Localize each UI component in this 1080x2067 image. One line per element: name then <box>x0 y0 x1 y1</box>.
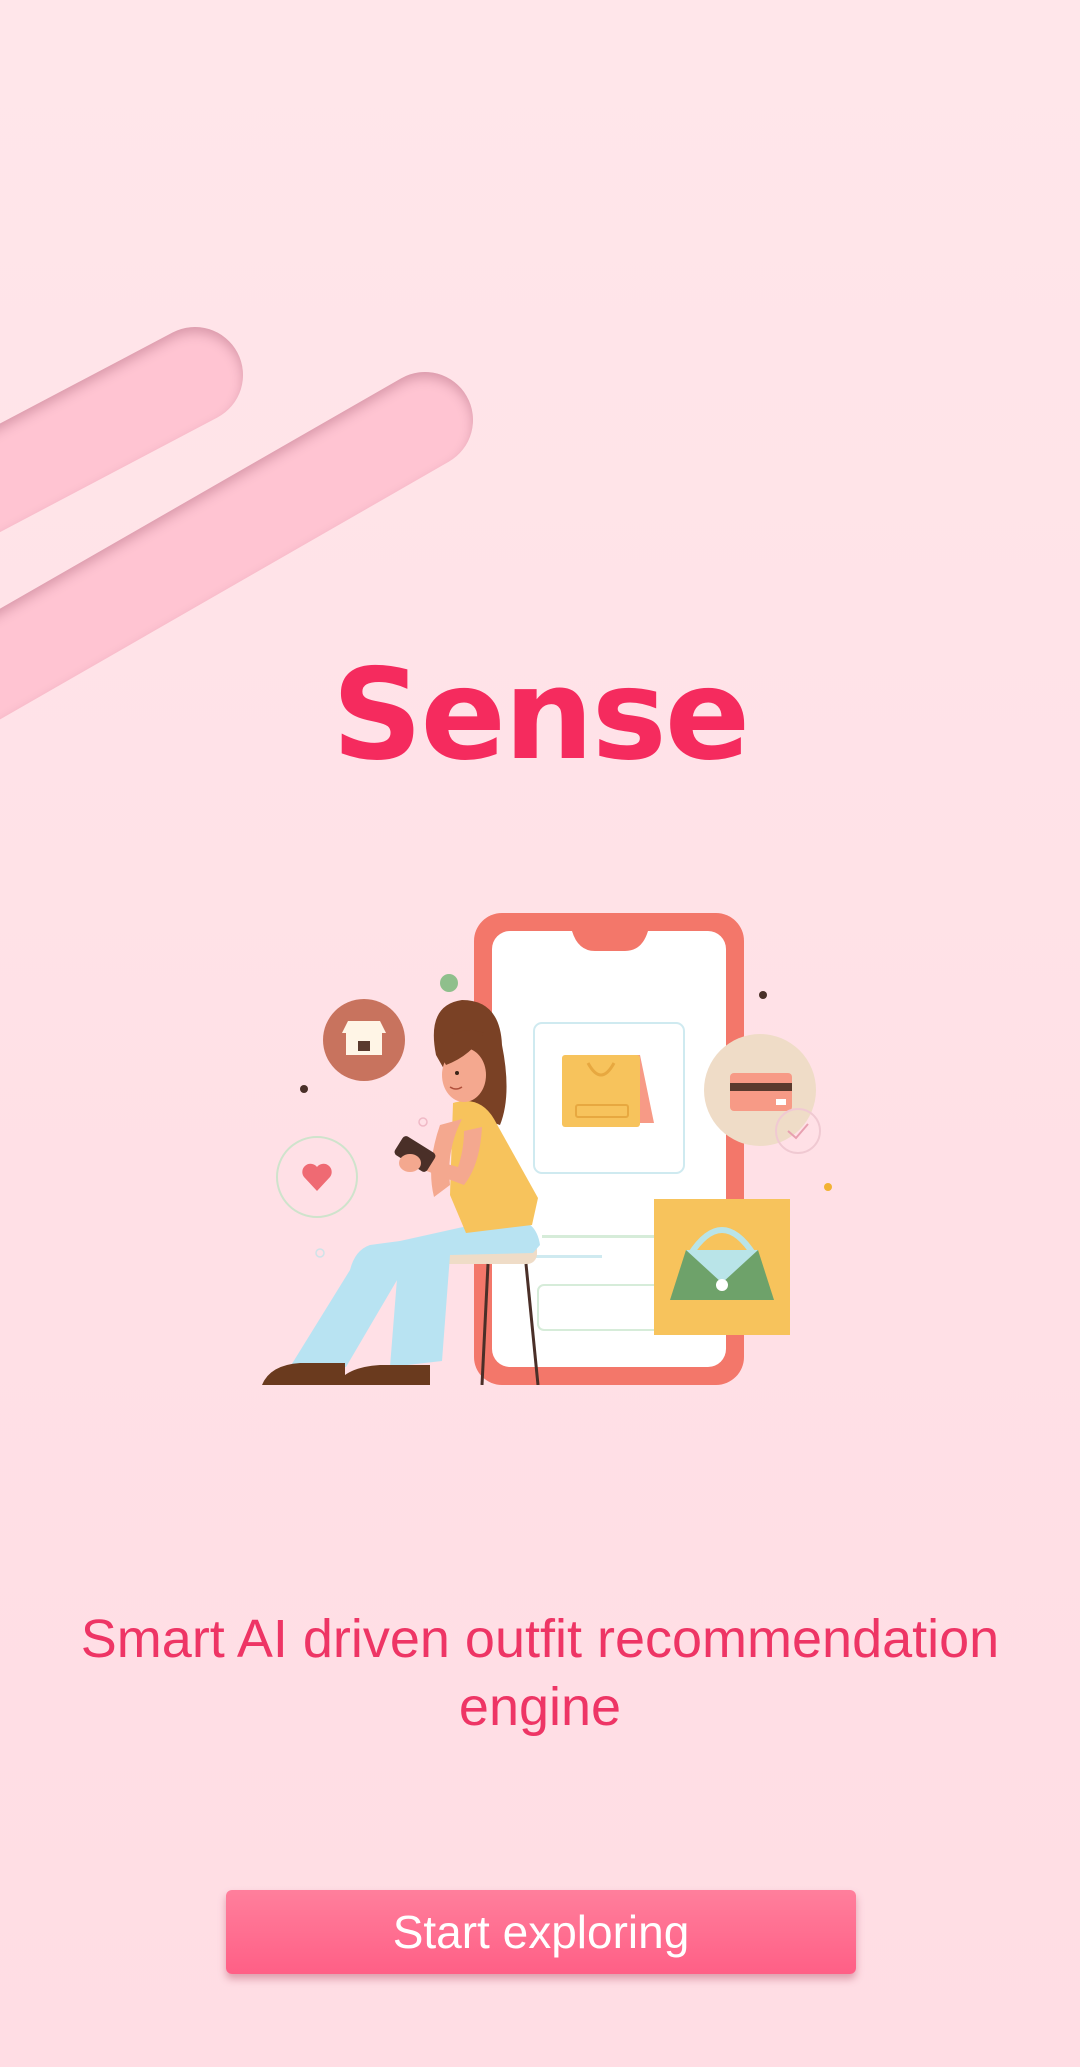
storefront-icon <box>323 999 405 1081</box>
start-exploring-button[interactable]: Start exploring <box>226 1890 856 1974</box>
app-title: Sense <box>331 641 750 788</box>
handbag-icon <box>654 1199 790 1335</box>
shopping-illustration <box>262 913 832 1385</box>
credit-card-icon <box>704 1034 816 1146</box>
app-tagline: Smart AI driven outfit recommendation en… <box>80 1609 1000 1737</box>
stripe-upper <box>0 327 243 533</box>
shopping-bag-icon <box>562 1055 654 1127</box>
heart-icon <box>276 1136 358 1218</box>
